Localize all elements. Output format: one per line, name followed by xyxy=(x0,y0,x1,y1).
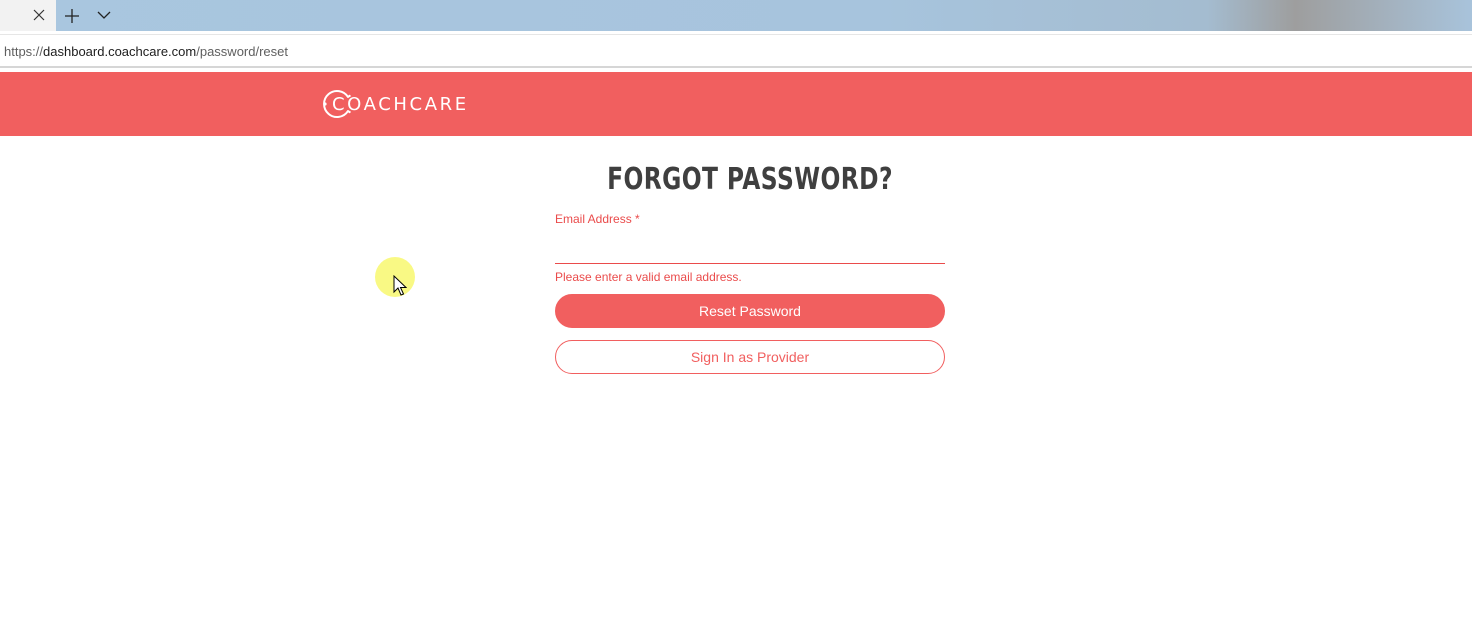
reset-password-button[interactable]: Reset Password xyxy=(555,294,945,328)
plus-icon[interactable] xyxy=(63,7,81,25)
url-scheme: https:// xyxy=(4,44,44,59)
address-bar[interactable]: https://dashboard.coachcare.com/password… xyxy=(0,34,1472,68)
url-host: dashboard.coachcare.com xyxy=(43,44,197,59)
browser-tab-strip xyxy=(0,0,1472,31)
browser-tab[interactable] xyxy=(0,0,56,31)
chevron-down-icon[interactable] xyxy=(96,8,112,22)
email-label: Email Address * xyxy=(555,212,640,226)
brand-logo[interactable]: COACHCARE xyxy=(322,88,469,120)
url-path: /password/reset xyxy=(196,44,288,59)
sign-in-provider-button[interactable]: Sign In as Provider xyxy=(555,340,945,374)
mouse-pointer-icon xyxy=(393,275,407,296)
email-error-message: Please enter a valid email address. xyxy=(555,270,742,284)
email-field[interactable] xyxy=(555,234,945,264)
page-title: FORGOT PASSWORD? xyxy=(607,162,893,197)
brand-name: COACHCARE xyxy=(332,93,469,115)
close-icon[interactable] xyxy=(31,7,47,23)
site-header: COACHCARE xyxy=(0,72,1472,136)
url-text[interactable]: https://dashboard.coachcare.com/password… xyxy=(4,44,288,59)
